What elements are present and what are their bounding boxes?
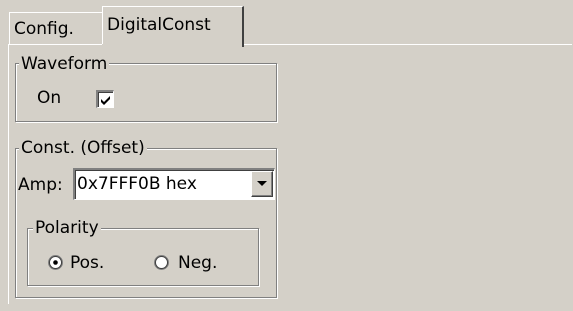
amp-combo-value: 0x7FFF0B hex [77,174,197,194]
active-tab-gap [102,44,242,47]
tab-config-label: Config. [14,19,74,39]
amp-combo-dropdown-button[interactable] [251,171,273,197]
amp-label: Amp: [18,175,63,195]
tab-panel-edge [8,44,9,304]
dialog-panel: Config. DigitalConst Waveform On Const. … [0,0,573,311]
on-label: On [37,88,62,108]
pos-label: Pos. [70,253,105,273]
neg-radio[interactable] [153,254,170,271]
tab-digitalconst[interactable]: DigitalConst [102,6,244,47]
waveform-group-title: Waveform [19,54,110,74]
neg-label: Neg. [178,253,218,273]
pos-radio-dot [53,260,58,265]
pos-radio[interactable] [47,254,64,271]
amp-combo[interactable]: 0x7FFF0B hex [73,168,275,200]
polarity-group-title: Polarity [33,218,101,238]
chevron-down-icon [257,181,267,186]
tab-config[interactable]: Config. [9,12,104,45]
tab-digitalconst-label: DigitalConst [107,15,211,35]
tab-strip-divider [8,44,572,45]
on-checkbox[interactable] [96,90,114,108]
check-icon [101,96,110,105]
offset-group-title: Const. (Offset) [19,138,147,158]
